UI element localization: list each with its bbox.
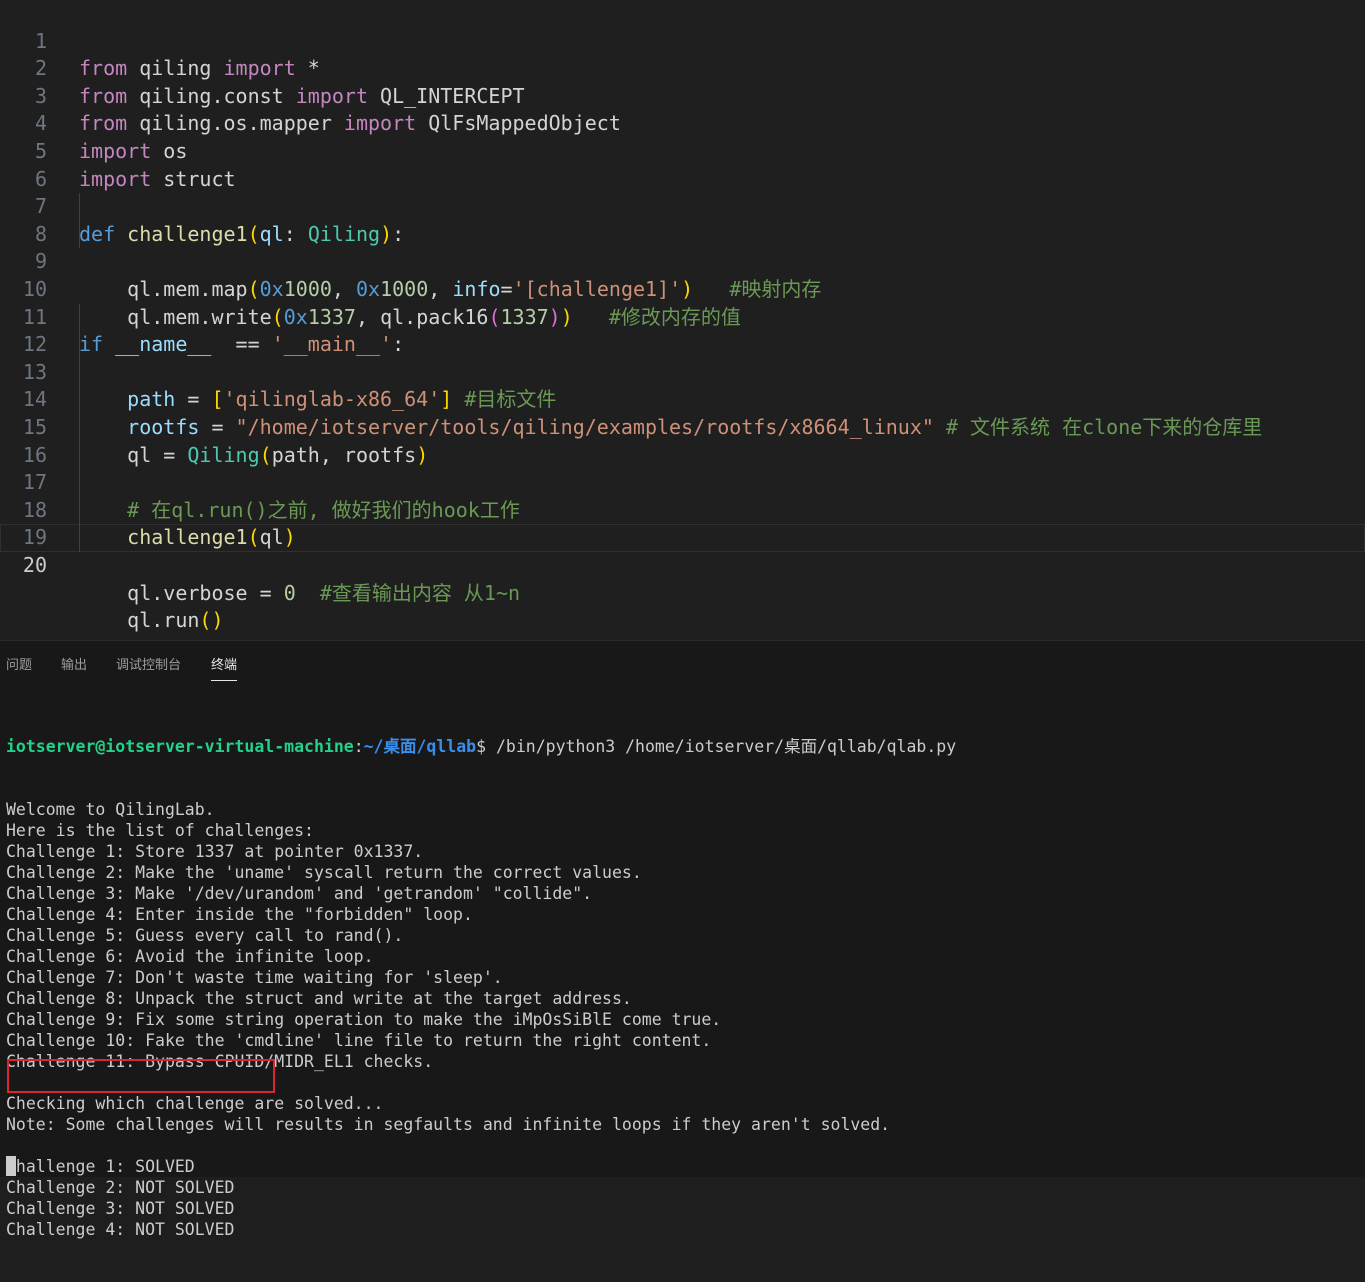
paren: (): [199, 608, 224, 633]
terminal-line: Challenge 6: Avoid the infinite loop.: [6, 947, 374, 966]
indent-guide: [79, 303, 80, 332]
prompt-symbol: $: [476, 737, 496, 756]
code-line[interactable]: 13 rootfs = "/home/iotserver/tools/qilin…: [0, 331, 1365, 439]
terminal-line: Welcome to QilingLab.: [6, 800, 215, 819]
code-line[interactable]: 3 from qiling.os.mapper import QlFsMappe…: [0, 55, 1365, 136]
code-line[interactable]: 8 ql.mem.map(0x1000, 0x1000, info='[chal…: [0, 193, 1365, 301]
indent-guide: [79, 358, 80, 387]
prompt-separator: :: [353, 737, 364, 756]
terminal-lines: Welcome to QilingLab. Here is the list of…: [6, 799, 1356, 1240]
indent-guide: [79, 193, 80, 221]
terminal-line: Note: Some challenges will results in se…: [6, 1115, 891, 1134]
code-line[interactable]: 2 from qiling.const import QL_INTERCEPT: [0, 28, 1365, 108]
terminal-cursor: [6, 1156, 16, 1176]
terminal-line: Here is the list of challenges:: [6, 821, 314, 840]
code-line[interactable]: 4 import os: [0, 83, 1365, 163]
call-target: ql.run: [127, 608, 200, 633]
code-line[interactable]: 15: [0, 386, 1365, 439]
terminal-line: Checking which challenge are solved...: [6, 1094, 384, 1113]
terminal-prompt-line: iotserver@iotserver-virtual-machine:~/桌面…: [6, 736, 1356, 757]
indent-guide: [79, 469, 80, 497]
code-line[interactable]: 9 ql.mem.write(0x1337, ql.pack16(1337)) …: [0, 220, 1365, 329]
code-line[interactable]: 11 if __name__ == '__main__':: [0, 276, 1365, 357]
code-line[interactable]: 12 path = ['qilinglab-x86_64'] #目标文件: [0, 303, 1365, 411]
code-line[interactable]: 19 ql.verbose = 0 #查看输出内容 从1~n: [0, 496, 1365, 605]
tab-output[interactable]: 输出: [61, 654, 87, 673]
code-line[interactable]: 17 challenge1(ql): [0, 441, 1365, 549]
terminal-line: Challenge 5: Guess every call to rand().: [6, 926, 404, 945]
terminal-line: Challenge 1: Store 1337 at pointer 0x133…: [6, 842, 424, 861]
terminal-output[interactable]: iotserver@iotserver-virtual-machine:~/桌面…: [6, 694, 1356, 1282]
indent-guide: [79, 524, 80, 552]
code-line[interactable]: 1 from qiling import *: [0, 0, 1365, 81]
code-line[interactable]: 16 # 在ql.run()之前, 做好我们的hook工作: [0, 414, 1365, 522]
terminal-line: Challenge 4: Enter inside the "forbidden…: [6, 905, 473, 924]
code-line[interactable]: 7 def challenge1(ql: Qiling):: [0, 166, 1365, 246]
tab-terminal[interactable]: 终端: [211, 654, 238, 681]
operator: =: [247, 580, 284, 605]
number: 0: [283, 580, 296, 605]
terminal-line: Challenge 1: SOLVED: [6, 1157, 195, 1176]
code-line[interactable]: 10: [0, 248, 1365, 301]
terminal-command: /bin/python3 /home/iotserver/桌面/qllab/ql…: [495, 737, 957, 756]
terminal-line: Challenge 2: NOT SOLVED: [6, 1178, 235, 1197]
indent-guide: [79, 414, 80, 442]
terminal-line: Challenge 3: NOT SOLVED: [6, 1199, 235, 1218]
indent-guide: [79, 386, 80, 414]
terminal-line: Challenge 3: Make '/dev/urandom' and 'ge…: [6, 884, 593, 903]
attribute: ql.verbose: [127, 580, 248, 605]
prompt-path: ~/桌面/qllab: [363, 737, 477, 756]
terminal-line: Challenge 8: Unpack the struct and write…: [6, 989, 632, 1008]
comment: #查看输出内容 从1~n: [295, 580, 521, 605]
panel-tab-bar: 问题 输出 调试控制台 终端: [0, 641, 1365, 681]
indent-guide: [79, 496, 80, 525]
terminal-line: Challenge 7: Don't waste time waiting fo…: [6, 968, 503, 987]
code-line[interactable]: 6: [0, 138, 1365, 191]
tab-problems[interactable]: 问题: [6, 654, 32, 673]
tab-debug-console[interactable]: 调试控制台: [116, 654, 181, 673]
code-line[interactable]: 14 ql = Qiling(path, rootfs): [0, 358, 1365, 467]
prompt-user: iotserver@iotserver-virtual-machine: [6, 737, 354, 756]
terminal-line: Challenge 4: NOT SOLVED: [6, 1220, 235, 1239]
terminal-line: Challenge 10: Fake the 'cmdline' line fi…: [6, 1031, 712, 1050]
code-line-current[interactable]: 20 ql.run(): [0, 524, 1365, 632]
bottom-panel: 问题 输出 调试控制台 终端 iotserver@iotserver-virtu…: [0, 640, 1365, 1239]
code-line[interactable]: 18: [0, 469, 1365, 522]
indent-guide: [79, 220, 80, 249]
terminal-line: Challenge 9: Fix some string operation t…: [6, 1010, 722, 1029]
solved-highlight-box: [7, 1059, 275, 1093]
indent-guide: [79, 441, 80, 470]
indent-guide: [79, 331, 80, 359]
code-editor[interactable]: 1 from qiling import * 2 from qiling.con…: [0, 0, 1365, 640]
line-number: 20: [22, 552, 47, 577]
code-line[interactable]: 5 import struct: [0, 110, 1365, 191]
terminal-line: Challenge 2: Make the 'uname' syscall re…: [6, 863, 642, 882]
